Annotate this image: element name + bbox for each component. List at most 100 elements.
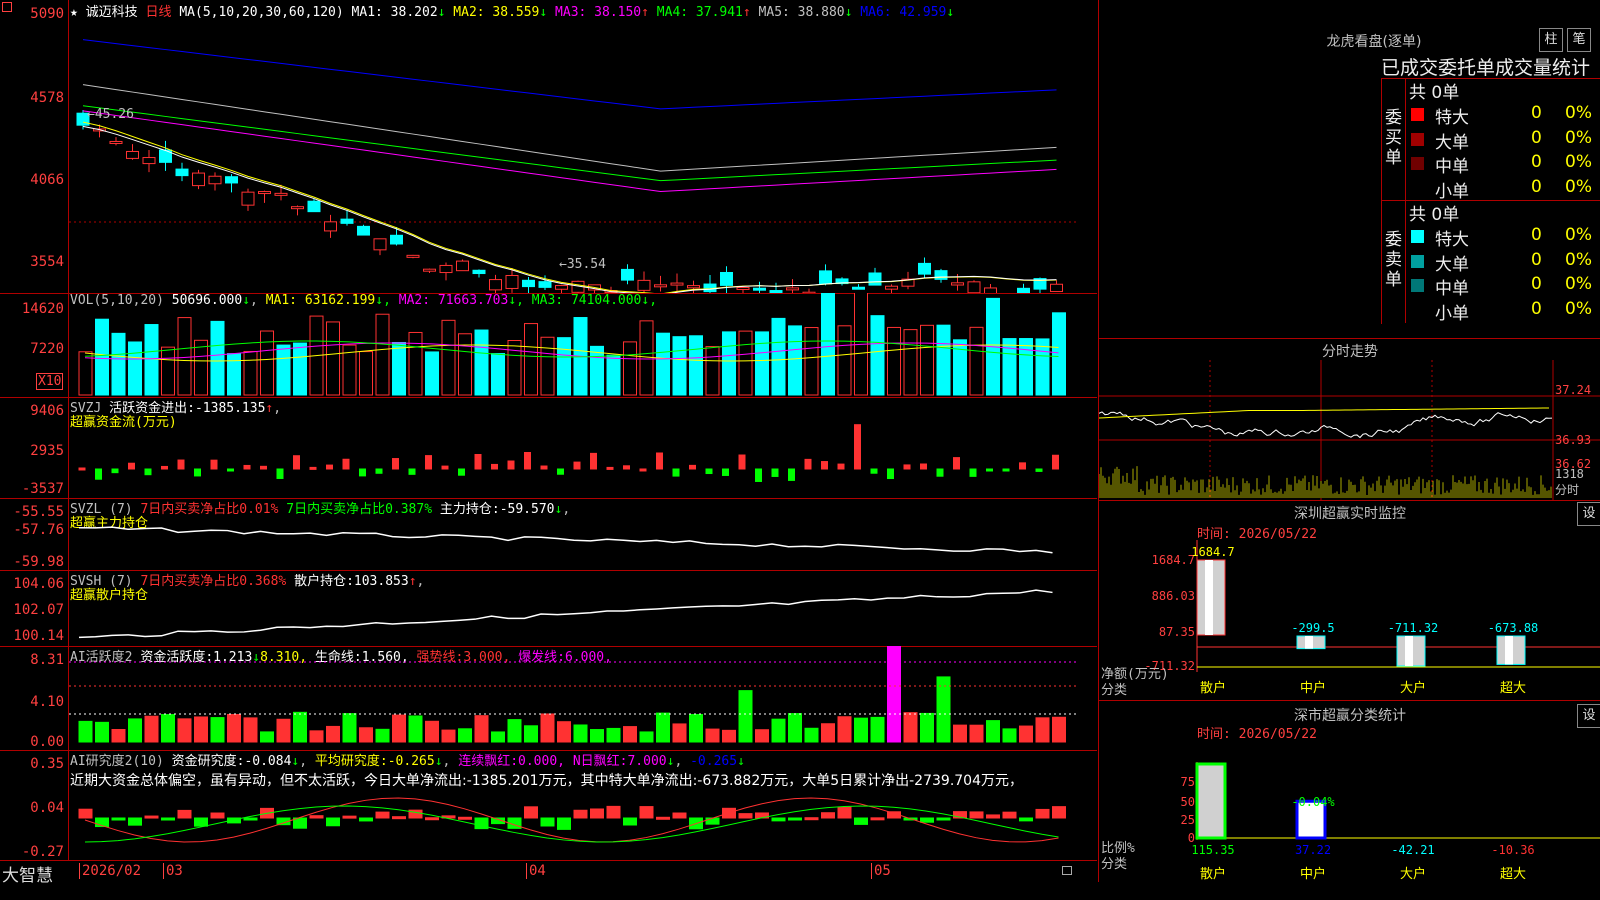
ai-research-line-2 (84, 805, 1059, 843)
candle-chart[interactable]: ←45.26 ←35.54 (69, 0, 1077, 293)
volume-bar (441, 319, 456, 396)
ai-active-bar (689, 714, 703, 743)
volume-bar (969, 326, 984, 396)
volume-bar (1002, 338, 1017, 396)
buy-row-p: 0% (1565, 103, 1592, 123)
svzj-bar (128, 462, 135, 470)
volume-bar (953, 339, 967, 396)
ai-research-axis-label: -0.27 (21, 844, 64, 860)
ai-research-bar (804, 817, 819, 821)
monitor-bar-highlight (1305, 636, 1313, 649)
classify-xlabel: 分类 (1101, 857, 1127, 872)
svzj-bar (1019, 462, 1026, 470)
ai-active-bar (771, 718, 786, 743)
low-mark: ←35.54 (559, 257, 606, 272)
svzj-bar (755, 468, 762, 482)
svzj-bar (392, 458, 399, 470)
svzl-chart[interactable] (69, 498, 1077, 570)
svzj-axis-label: 9406 (30, 403, 64, 419)
price-axis-label: 4578 (30, 90, 64, 106)
monitor-chart[interactable]: 时间: 2026/05/221684.7886.0387.35-711.3216… (1099, 520, 1600, 700)
volume-bar (326, 321, 340, 396)
buy-swatch (1411, 108, 1424, 121)
ai-research-bar (309, 815, 324, 819)
ai-research-bar (342, 815, 357, 819)
volume-panel[interactable]: 14620 7220 X10 VOL(5,10,20) 50696.000↓, … (0, 293, 1097, 398)
ai-research-bar (425, 817, 439, 821)
ai-active-bar (986, 720, 1000, 743)
dragon-panel[interactable]: 龙虎看盘(逐单) 柱 笔 已成交委托单成交量统计 委买单 委卖单 共 0单 共 … (1098, 0, 1600, 339)
lock-icon[interactable] (1062, 866, 1072, 875)
ai-active-chart[interactable] (69, 646, 1077, 750)
intraday-panel[interactable]: 分时走势 37.24 36.93 36.62 1318 分时 (1098, 338, 1600, 501)
ai-research-chart[interactable] (69, 750, 1077, 860)
ai-active-bar (524, 725, 538, 743)
svzl-panel[interactable]: -55.55 -57.76 -59.98 SVZL (7) 7日内买卖净占比0.… (0, 498, 1097, 571)
ai-active-panel[interactable]: 8.31 4.10 0.00 AI活跃度2 资金活跃度:1.213↓8.310,… (0, 646, 1097, 751)
date-label: 04 (526, 863, 546, 879)
monitor-panel[interactable]: 深圳超赢实时监控 设 时间: 2026/05/22 1684.7 886.03 87.… (1098, 500, 1600, 701)
bar-mode-button[interactable]: 柱 (1539, 28, 1563, 52)
svzj-bar (326, 464, 333, 470)
ai-research-bar (293, 817, 307, 829)
sell-row-v: 0 (1531, 225, 1542, 245)
volume-bar (128, 341, 142, 396)
svzj-bar (359, 468, 366, 477)
ai-research-bar (672, 812, 687, 819)
ai-active-bar (128, 718, 142, 743)
monitor-bar-highlight (1505, 636, 1513, 665)
svzj-bar (243, 464, 251, 470)
candle-body (670, 282, 684, 286)
svzj-bar (194, 468, 201, 477)
volume-bar (507, 340, 522, 396)
ai-active-bar (623, 726, 637, 743)
ai-research-bar (540, 817, 555, 827)
ai-active-bar (1035, 717, 1050, 743)
classify-chart[interactable]: 时间: 2026/05/227550250115.35散户37.22中户-42.… (1099, 722, 1600, 882)
monitor-bar-highlight (1205, 560, 1213, 635)
tick-mode-button[interactable]: 笔 (1567, 28, 1591, 52)
candle-panel[interactable]: 5090 4578 4066 3554 ★ 诚迈科技 日线 MA(5,10,20… (0, 0, 1097, 294)
sell-row-v: 0 (1531, 249, 1542, 270)
buy-swatch (1411, 181, 1424, 195)
ai-research-bar (243, 817, 258, 821)
svzj-bar (870, 468, 878, 474)
candle-body (736, 287, 750, 291)
sell-side-label: 委卖单 (1385, 230, 1402, 290)
buy-row-name: 大单 (1435, 132, 1469, 153)
volume-bar (111, 332, 126, 396)
ai-research-panel[interactable]: 0.35 0.04 -0.27 AI研究度2(10) 资金研究度:-0.084↓… (0, 750, 1097, 861)
ai-active-bar (920, 712, 934, 743)
volume-chart[interactable] (69, 293, 1077, 397)
intraday-chart[interactable]: 37.2436.9336.621318分时 (1099, 360, 1600, 500)
ai-research-bar (194, 817, 208, 827)
intraday-axis-label: 37.24 (1555, 383, 1591, 397)
volume-bar (1052, 312, 1066, 396)
candle-body (423, 268, 436, 272)
monitor-bar-value: 1684.7 (1191, 545, 1234, 559)
svzj-bar (920, 463, 927, 470)
volume-bar (722, 331, 736, 396)
svzj-chart[interactable] (69, 397, 1077, 498)
candle-body (175, 168, 189, 177)
volume-bar (227, 353, 241, 396)
ai-research-bar (870, 817, 885, 821)
svzj-bar (1052, 454, 1059, 470)
candle-body (192, 172, 205, 187)
classify-panel[interactable]: 深市超赢分类统计 设 时间: 2026/05/22 75 50 25 0 115.35 散户… (1098, 700, 1600, 882)
ai-active-bar (969, 724, 984, 743)
svzj-bar (837, 463, 845, 470)
volume-bar (210, 320, 225, 396)
classify-category: 散户 (1200, 866, 1226, 882)
buy-row-name: 中单 (1435, 157, 1469, 177)
volume-bar (639, 320, 654, 396)
svsh-panel[interactable]: 104.06 102.07 100.14 SVSH (7) 7日内买卖净占比0.… (0, 570, 1097, 647)
ai-active-bar (837, 716, 852, 743)
svzj-panel[interactable]: 9406 2935 -3537 SVZJ 活跃资金进出:-1385.135↑, … (0, 397, 1097, 499)
svzj-bar (293, 455, 300, 470)
svzj-bar (969, 468, 977, 477)
svsh-chart[interactable] (69, 570, 1077, 646)
high-mark: ←45.26 (87, 107, 134, 122)
ai-research-axis-label: 0.35 (30, 756, 64, 772)
volume-bar (243, 350, 258, 396)
